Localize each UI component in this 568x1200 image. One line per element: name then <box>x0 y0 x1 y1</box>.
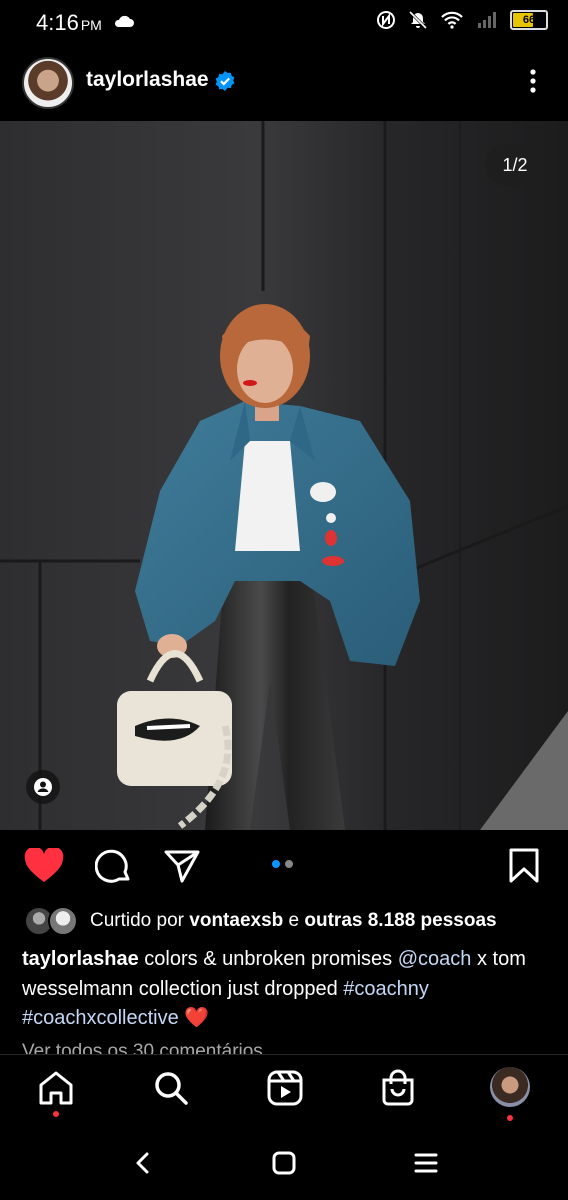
wifi-icon <box>441 11 463 29</box>
photo-illustration <box>0 121 568 830</box>
carousel-dot-active <box>272 860 280 868</box>
status-time: 4:16 PM <box>36 10 102 35</box>
bookmark-icon[interactable] <box>508 848 540 884</box>
cloud-icon <box>114 15 134 27</box>
battery-icon: 66 <box>510 10 548 30</box>
carousel-indicator <box>272 860 293 868</box>
mention-link[interactable]: @coach <box>398 948 472 970</box>
post-caption: taylorlashae colors & unbroken promises … <box>22 948 526 1029</box>
back-icon[interactable] <box>133 1151 153 1175</box>
heart-icon[interactable] <box>24 848 64 884</box>
bottom-nav <box>0 1055 568 1125</box>
nav-home[interactable] <box>37 1069 75 1117</box>
author-avatar[interactable] <box>22 57 74 109</box>
signal-icon <box>478 12 496 28</box>
hashtag-link[interactable]: #coachny <box>343 978 429 1000</box>
home-button-icon[interactable] <box>272 1151 296 1175</box>
author-username[interactable]: taylorlashae <box>86 68 209 92</box>
nav-search[interactable] <box>152 1069 190 1112</box>
mute-icon <box>408 10 428 30</box>
home-icon <box>39 1071 73 1105</box>
system-nav-bar <box>0 1125 568 1200</box>
person-icon <box>34 778 52 796</box>
caption-username[interactable]: taylorlashae <box>22 948 139 970</box>
verified-badge-icon <box>215 71 235 91</box>
nav-reels[interactable] <box>266 1069 304 1112</box>
likers-avatars[interactable] <box>24 906 78 936</box>
carousel-counter: 1/2 <box>485 144 545 186</box>
hashtag-link[interactable]: #coachxcollective <box>22 1007 179 1029</box>
more-options-icon[interactable] <box>524 68 542 94</box>
notification-dot <box>507 1115 513 1121</box>
status-bar: 4:16 PM 66 <box>0 0 568 44</box>
comment-icon[interactable] <box>95 848 133 886</box>
shop-icon <box>382 1069 414 1106</box>
recents-icon[interactable] <box>414 1151 438 1175</box>
view-comments-link[interactable]: Ver todos os 30 comentários <box>22 1040 263 1054</box>
status-icons: 66 <box>376 10 548 30</box>
likes-summary[interactable]: Curtido por vontaexsb e outras 8.188 pes… <box>90 910 497 932</box>
search-icon <box>155 1072 188 1105</box>
nav-profile[interactable] <box>490 1067 530 1121</box>
tagged-users-button[interactable] <box>26 770 60 804</box>
nfc-icon <box>377 11 395 29</box>
profile-avatar <box>490 1067 530 1107</box>
reels-icon <box>267 1070 303 1106</box>
post-photo[interactable] <box>0 121 568 830</box>
liker-avatar <box>48 906 78 936</box>
carousel-dot <box>285 860 293 868</box>
notification-dot <box>53 1111 59 1117</box>
nav-shop[interactable] <box>380 1069 416 1112</box>
share-icon[interactable] <box>163 848 201 884</box>
